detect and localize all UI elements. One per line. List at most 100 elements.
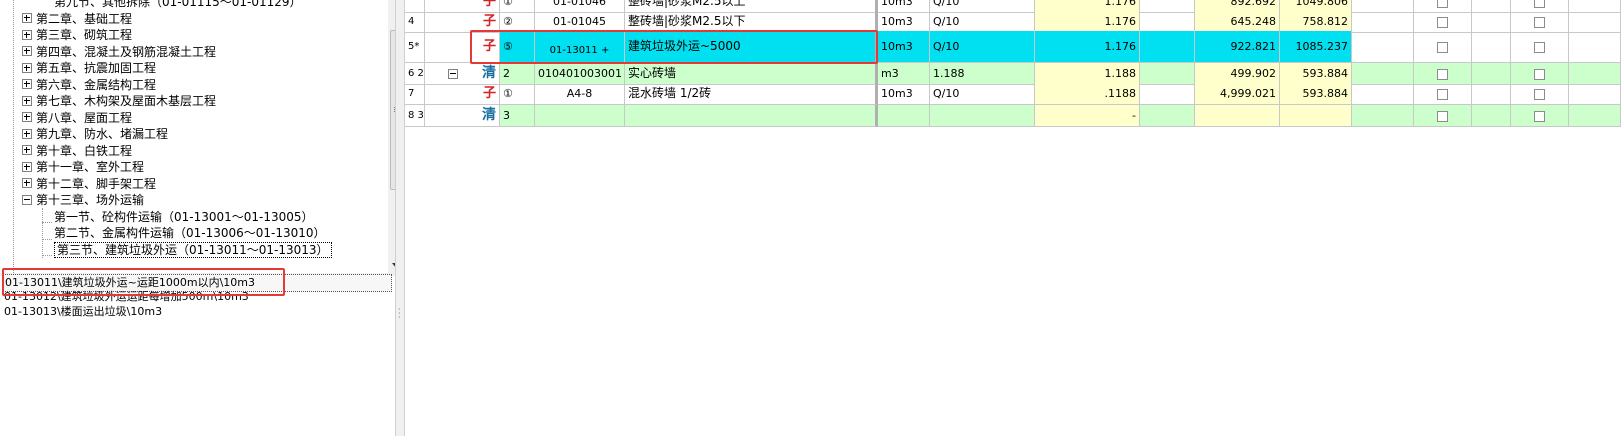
row-tree-cell[interactable] bbox=[425, 83, 465, 105]
checkbox[interactable] bbox=[1437, 110, 1448, 122]
tree-item[interactable]: 第六章、金属结构工程 bbox=[22, 77, 156, 94]
row-empty-cell[interactable] bbox=[1569, 11, 1621, 33]
row-code[interactable]: A4-8 bbox=[535, 83, 625, 105]
checkbox[interactable] bbox=[1437, 88, 1448, 100]
tree-item[interactable]: 第三章、砌筑工程 bbox=[22, 27, 132, 44]
row-type-cell[interactable]: 子 bbox=[465, 83, 500, 105]
row-expression[interactable]: Q/10 bbox=[930, 83, 1035, 105]
row-seq[interactable]: 3 bbox=[500, 105, 535, 127]
expand-plus-icon[interactable] bbox=[22, 46, 32, 56]
row-empty-cell[interactable] bbox=[1569, 31, 1621, 63]
row-name[interactable] bbox=[625, 105, 878, 127]
row-empty-cell[interactable] bbox=[1569, 63, 1621, 85]
tree-item[interactable]: 第十一章、室外工程 bbox=[22, 159, 144, 176]
tree-item[interactable]: 第二章、基础工程 bbox=[22, 11, 132, 28]
row-tree-cell[interactable] bbox=[425, 105, 465, 127]
row-unit-price[interactable] bbox=[1195, 105, 1280, 127]
expand-plus-icon[interactable] bbox=[22, 161, 32, 172]
tree-item[interactable]: 第八章、屋面工程 bbox=[22, 110, 132, 127]
row-checkbox-cell[interactable] bbox=[1511, 83, 1569, 105]
row-checkbox-cell[interactable] bbox=[1511, 105, 1569, 127]
checkbox[interactable] bbox=[1534, 68, 1545, 80]
row-empty-cell[interactable] bbox=[1352, 63, 1414, 85]
tree-item[interactable]: 第十二章、脚手架工程 bbox=[22, 176, 156, 193]
row-empty-cell[interactable] bbox=[1352, 11, 1414, 33]
row-expression[interactable]: Q/10 bbox=[930, 31, 1035, 63]
checkbox[interactable] bbox=[1437, 68, 1448, 80]
vertical-splitter[interactable]: · · · bbox=[395, 0, 405, 436]
row-quantity[interactable]: - bbox=[1035, 105, 1140, 127]
row-tree-cell[interactable] bbox=[425, 31, 465, 63]
expand-plus-icon[interactable] bbox=[22, 79, 32, 89]
row-empty-cell[interactable] bbox=[1472, 31, 1511, 63]
row-total[interactable]: 593.884 bbox=[1280, 83, 1352, 105]
checkbox[interactable] bbox=[1437, 16, 1448, 28]
row-empty-cell[interactable] bbox=[1569, 105, 1621, 127]
tree-item[interactable]: 第十章、白铁工程 bbox=[22, 143, 132, 160]
checkbox[interactable] bbox=[1534, 41, 1545, 53]
row-checkbox-cell[interactable] bbox=[1511, 31, 1569, 63]
row-number[interactable]: 7 bbox=[405, 83, 425, 105]
checkbox[interactable] bbox=[1437, 0, 1448, 8]
row-empty-cell[interactable] bbox=[1140, 11, 1195, 33]
row-tree-cell[interactable] bbox=[425, 11, 465, 33]
expand-plus-icon[interactable] bbox=[22, 112, 32, 122]
row-unit-price[interactable]: 645.248 bbox=[1195, 11, 1280, 33]
row-quantity[interactable]: 1.176 bbox=[1035, 11, 1140, 33]
checkbox[interactable] bbox=[1437, 41, 1448, 53]
collapse-minus-icon[interactable] bbox=[448, 69, 458, 79]
row-empty-cell[interactable] bbox=[1352, 83, 1414, 105]
row-empty-cell[interactable] bbox=[1140, 105, 1195, 127]
tree-item[interactable]: 第十三章、场外运输 bbox=[22, 192, 144, 209]
checkbox[interactable] bbox=[1534, 0, 1545, 8]
tree-item[interactable]: 第五章、抗震加固工程 bbox=[22, 60, 156, 77]
row-checkbox-cell[interactable] bbox=[1414, 105, 1472, 127]
row-name[interactable]: 混水砖墙 1/2砖 bbox=[625, 83, 878, 105]
tree-item[interactable]: 第二节、金属构件运输（01-13006～01-13010） bbox=[54, 225, 326, 242]
row-empty-cell[interactable] bbox=[1472, 105, 1511, 127]
row-code[interactable] bbox=[535, 105, 625, 127]
row-expression[interactable]: Q/10 bbox=[930, 11, 1035, 33]
row-quantity[interactable]: 1.188 bbox=[1035, 63, 1140, 85]
tree-item[interactable]: 第四章、混凝土及钢筋混凝土工程 bbox=[22, 44, 216, 61]
row-unit-price[interactable]: 922.821 bbox=[1195, 31, 1280, 63]
expand-plus-icon[interactable] bbox=[22, 128, 32, 139]
row-seq[interactable]: 2 bbox=[500, 63, 535, 85]
checkbox[interactable] bbox=[1534, 16, 1545, 28]
row-empty-cell[interactable] bbox=[1352, 105, 1414, 127]
row-type-cell[interactable]: 清 bbox=[465, 105, 500, 127]
expand-plus-icon[interactable] bbox=[22, 13, 32, 23]
expand-plus-icon[interactable] bbox=[22, 62, 32, 73]
row-seq[interactable]: ① bbox=[500, 83, 535, 105]
expand-plus-icon[interactable] bbox=[22, 178, 32, 188]
row-checkbox-cell[interactable] bbox=[1511, 11, 1569, 33]
row-empty-cell[interactable] bbox=[1140, 63, 1195, 85]
row-name[interactable]: 实心砖墙 bbox=[625, 63, 878, 85]
row-expression[interactable] bbox=[930, 105, 1035, 127]
checkbox[interactable] bbox=[1534, 88, 1545, 100]
row-total[interactable]: 758.812 bbox=[1280, 11, 1352, 33]
row-checkbox-cell[interactable] bbox=[1414, 83, 1472, 105]
grid-row[interactable]: 6 2 清 2 010401003001 实心砖墙 m3 1.188 1.188 499.902… bbox=[405, 63, 1621, 85]
row-empty-cell[interactable] bbox=[1352, 31, 1414, 63]
row-empty-cell[interactable] bbox=[1472, 83, 1511, 105]
grid-row[interactable]: 8 3 清3 - bbox=[405, 105, 1621, 127]
tree-item[interactable]: 第七章、木构架及屋面木基层工程 bbox=[22, 93, 216, 110]
expand-plus-icon[interactable] bbox=[22, 95, 32, 106]
row-total[interactable]: 1085.237 bbox=[1280, 31, 1352, 63]
row-empty-cell[interactable] bbox=[1140, 83, 1195, 105]
row-unit[interactable] bbox=[878, 105, 930, 127]
row-checkbox-cell[interactable] bbox=[1414, 31, 1472, 63]
expand-plus-icon[interactable] bbox=[22, 145, 32, 155]
row-unit-price[interactable]: 499.902 bbox=[1195, 63, 1280, 85]
row-number[interactable]: 5* bbox=[405, 31, 425, 63]
row-quantity[interactable]: 1.176 bbox=[1035, 31, 1140, 63]
tree-item[interactable]: 第九节、其他拆除（01-01115～01-01129） bbox=[54, 0, 302, 11]
row-checkbox-cell[interactable] bbox=[1511, 63, 1569, 85]
row-number[interactable]: 6 2 bbox=[405, 63, 425, 85]
row-empty-cell[interactable] bbox=[1140, 31, 1195, 63]
row-quantity[interactable]: .1188 bbox=[1035, 83, 1140, 105]
row-empty-cell[interactable] bbox=[1472, 11, 1511, 33]
row-unit[interactable]: 10m3 bbox=[878, 31, 930, 63]
checkbox[interactable] bbox=[1534, 110, 1545, 122]
